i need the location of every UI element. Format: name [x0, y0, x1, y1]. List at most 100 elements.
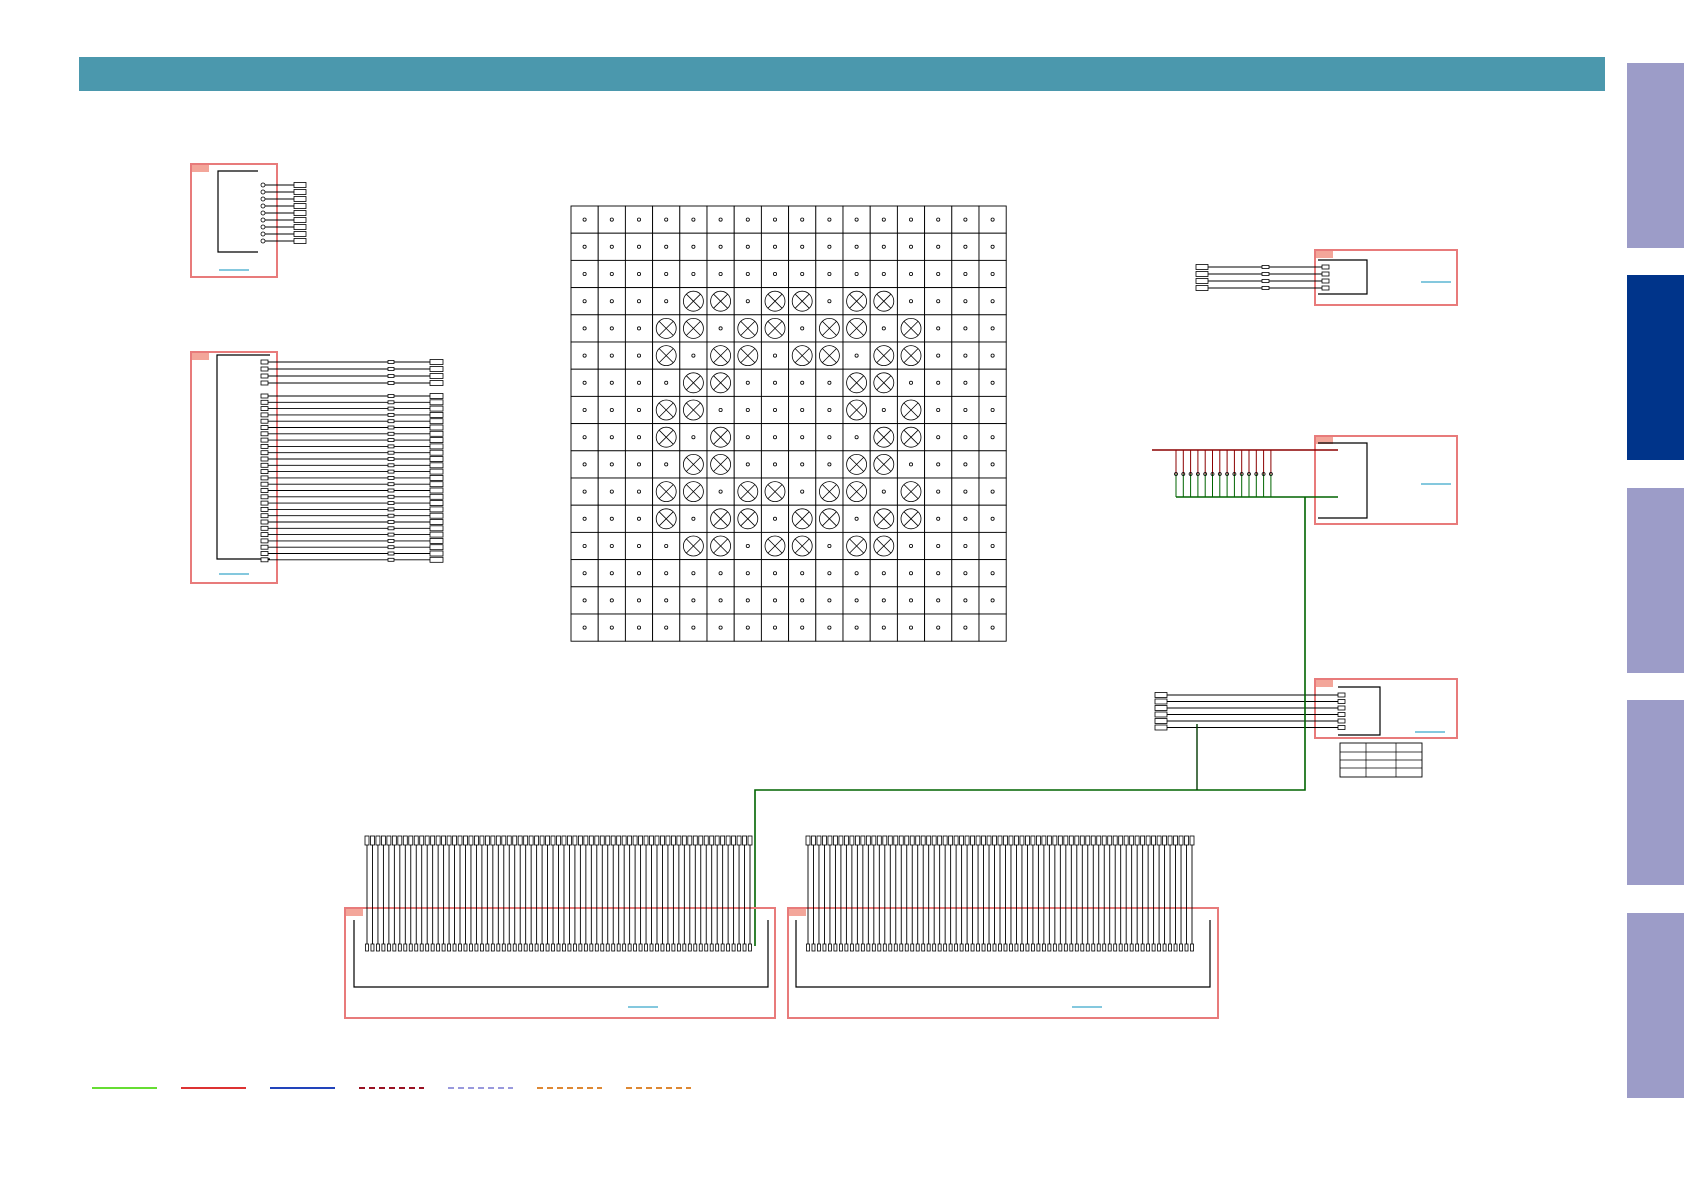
pin	[981, 943, 986, 952]
bga-ball	[570, 341, 599, 370]
connector-pin	[1195, 285, 1209, 291]
connector-pin	[583, 835, 589, 846]
bga-ball	[570, 395, 599, 425]
connector-pin	[561, 835, 567, 846]
pin	[638, 943, 643, 952]
bga-ball	[760, 259, 790, 289]
pin	[260, 196, 266, 202]
bga-ball	[597, 314, 626, 343]
pin	[441, 943, 446, 952]
bga-ball	[815, 395, 844, 425]
pin	[1080, 943, 1085, 952]
pin	[1151, 943, 1156, 952]
bga-ball	[679, 504, 708, 533]
bga-ball	[652, 205, 681, 234]
right-block-top	[1195, 249, 1458, 306]
connector-pin	[893, 835, 899, 846]
bga-ball	[624, 477, 654, 506]
bga-ball	[679, 259, 708, 289]
connector-pin	[882, 835, 888, 846]
connector-pin	[865, 835, 871, 846]
connector-pin	[435, 835, 441, 846]
bga-ball	[924, 287, 953, 316]
connector-pin	[720, 835, 726, 846]
connector-pin	[424, 835, 430, 846]
bga-ball	[652, 559, 681, 588]
bga-ball	[733, 232, 762, 261]
connector-pin	[567, 835, 572, 846]
connector-pin	[429, 424, 444, 431]
bga-ball	[896, 586, 926, 615]
connector-pin	[429, 487, 444, 494]
bga-ball	[815, 613, 844, 642]
pin	[507, 943, 512, 952]
resistor	[387, 557, 395, 562]
bga-ball	[706, 232, 735, 261]
bga-ball	[597, 559, 626, 588]
connector-pin	[1085, 835, 1091, 846]
bga-ball	[652, 450, 681, 479]
connector-pin	[506, 835, 512, 846]
pin	[469, 943, 473, 952]
bga-ball	[788, 586, 817, 615]
bga-ball	[978, 613, 1007, 642]
bga-ball	[842, 423, 871, 452]
bga-ball	[733, 531, 762, 561]
pin	[529, 943, 534, 952]
pin	[447, 943, 451, 952]
pin	[849, 943, 854, 952]
pin	[1173, 943, 1178, 952]
connector-pin	[293, 189, 307, 195]
resistor	[387, 507, 395, 512]
connector-pin	[429, 525, 444, 532]
bga-ball	[624, 314, 654, 343]
bga-ball	[869, 314, 898, 343]
connector-pin	[1118, 835, 1124, 846]
pin	[1168, 943, 1172, 952]
pin	[877, 943, 882, 952]
bga-ball	[624, 504, 654, 533]
bga-ball	[652, 613, 681, 642]
pin	[948, 943, 953, 952]
bga-ball	[760, 504, 790, 533]
pin	[817, 943, 821, 952]
connector-pin	[512, 835, 518, 846]
pin	[403, 943, 408, 952]
pin	[676, 943, 681, 952]
pin	[260, 437, 269, 443]
connector-pin	[838, 835, 844, 846]
connector-pin	[1123, 835, 1129, 846]
connector-pin	[556, 835, 561, 846]
bga-ball	[597, 259, 626, 289]
connector-pin	[413, 835, 419, 846]
pin	[937, 943, 942, 952]
bga-ball	[951, 586, 980, 615]
pin	[605, 943, 610, 952]
bga-ball	[842, 341, 871, 370]
pin	[926, 943, 931, 952]
bga-ball	[978, 531, 1007, 561]
pin	[822, 943, 827, 952]
connector-pin	[1167, 835, 1173, 846]
pin	[616, 943, 621, 952]
connector-pin	[474, 835, 479, 846]
pin	[715, 943, 720, 952]
pin	[260, 203, 266, 209]
pin	[260, 418, 269, 424]
connector-pin	[468, 835, 474, 846]
bga-ball	[652, 368, 681, 397]
pin	[589, 943, 594, 952]
bga-ball	[978, 259, 1007, 289]
connector-pin	[599, 835, 605, 846]
connector-pin	[429, 393, 444, 399]
resistor	[387, 520, 395, 524]
bga-ball	[788, 613, 817, 642]
connector-pin	[871, 835, 877, 846]
bga-ball	[951, 531, 980, 561]
connector-pin	[429, 399, 444, 406]
bga-ball	[869, 559, 898, 588]
bga-ball	[951, 423, 980, 452]
bga-ball	[978, 586, 1007, 615]
pin	[545, 943, 550, 952]
connector-pin	[1195, 264, 1209, 270]
